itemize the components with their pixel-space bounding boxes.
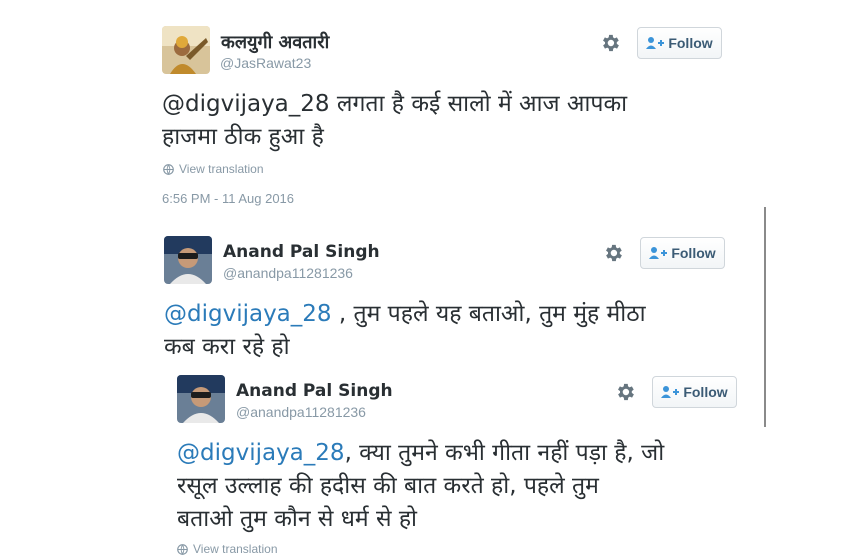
globe-icon	[177, 543, 188, 555]
follow-label: Follow	[683, 384, 728, 400]
tweet-text-line-3: बताओ तुम कौन से धर्म से हो	[177, 506, 418, 532]
tweet-text: @digvijaya_28, क्या तुमने कभी गीता नहीं …	[177, 437, 757, 536]
add-user-icon	[661, 385, 680, 399]
avatar[interactable]	[177, 375, 225, 423]
view-translation-link[interactable]: View translation	[177, 542, 278, 556]
follow-button[interactable]: Follow	[652, 376, 737, 408]
tweet-text-line-1: @digvijaya_28, क्या तुमने कभी गीता नहीं …	[177, 440, 665, 466]
mention-link[interactable]: @digvijaya_28	[177, 440, 345, 466]
tweet-text-line-2: रसूल उल्लाह की हदीस की बात करते हो, पहले…	[177, 473, 599, 499]
user-name[interactable]: Anand Pal Singh	[236, 381, 393, 401]
gear-icon[interactable]	[614, 381, 636, 403]
tweet-3: Anand Pal Singh @anandpa11281236 Follow …	[0, 0, 850, 556]
user-handle[interactable]: @anandpa11281236	[236, 404, 366, 420]
